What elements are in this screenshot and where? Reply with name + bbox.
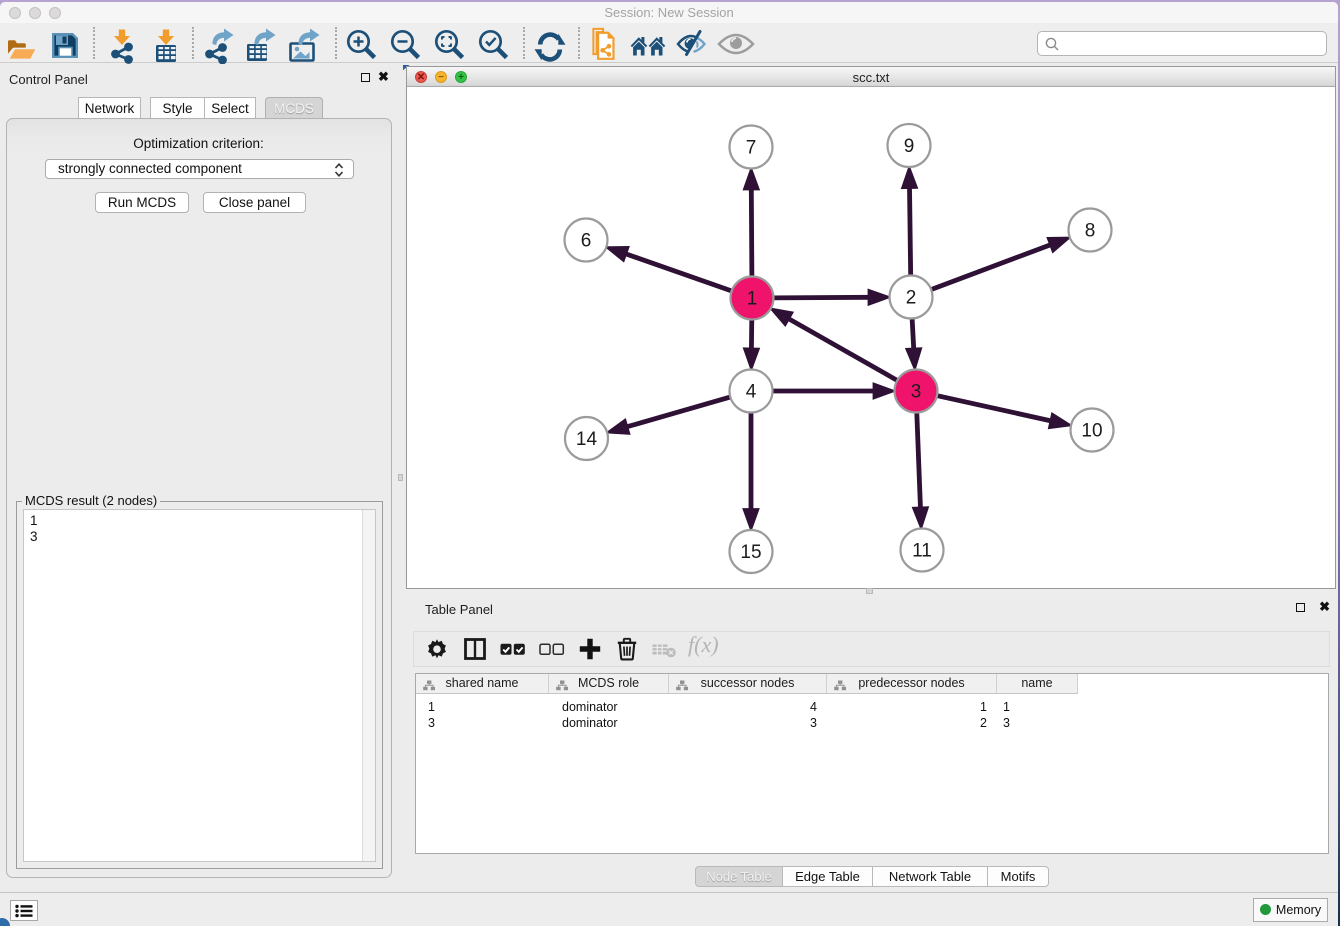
- svg-text:15: 15: [740, 542, 761, 563]
- svg-text:10: 10: [1081, 421, 1102, 442]
- svg-text:6: 6: [581, 231, 592, 252]
- svg-text:14: 14: [576, 429, 598, 450]
- svg-text:7: 7: [746, 138, 757, 159]
- svg-text:4: 4: [746, 382, 757, 403]
- svg-text:9: 9: [904, 136, 915, 157]
- svg-text:2: 2: [906, 288, 917, 309]
- svg-text:1: 1: [747, 289, 758, 310]
- svg-text:11: 11: [912, 541, 932, 562]
- svg-text:3: 3: [911, 382, 922, 403]
- svg-text:8: 8: [1085, 221, 1096, 242]
